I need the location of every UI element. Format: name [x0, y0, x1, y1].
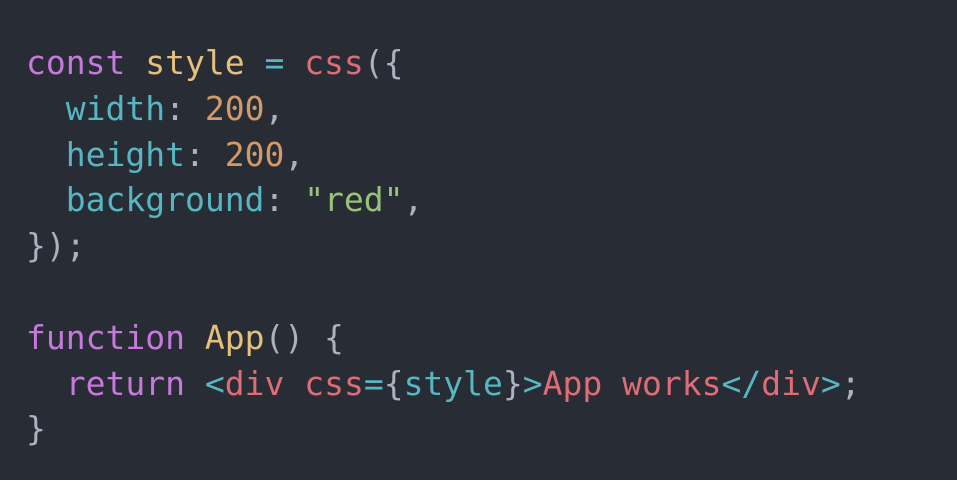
- code-token: App: [204, 317, 265, 357]
- code-token: <: [204, 363, 225, 403]
- code-line: });: [26, 223, 957, 269]
- code-token: css: [304, 363, 364, 403]
- code-token: style: [145, 43, 245, 82]
- code-block[interactable]: const style = css({ width: 200, height: …: [26, 40, 957, 452]
- code-line: height: 200,: [26, 132, 957, 178]
- code-token: style: [403, 363, 503, 403]
- code-line: return <div css={style}>App works</div>;: [26, 361, 957, 407]
- code-editor: const style = css({ width: 200, height: …: [0, 0, 957, 480]
- code-token: =: [264, 43, 285, 82]
- code-token: ,: [264, 88, 285, 128]
- code-token: ({: [363, 43, 404, 82]
- code-token: function: [26, 317, 185, 357]
- code-token: App works: [542, 363, 722, 403]
- code-token: width: [65, 88, 166, 128]
- code-token: >: [522, 363, 543, 403]
- code-token: </: [721, 363, 762, 403]
- code-line: function App() {: [26, 315, 957, 361]
- code-token: =: [363, 363, 384, 403]
- code-token: ,: [284, 134, 305, 174]
- code-token: >: [820, 363, 841, 403]
- code-token: 200: [204, 88, 265, 128]
- code-token: "red": [304, 180, 404, 220]
- code-token: }: [26, 409, 46, 449]
- code-token: ;: [840, 363, 861, 403]
- code-line: background: "red",: [26, 177, 957, 223]
- code-line: width: 200,: [26, 86, 957, 132]
- code-token: div: [761, 363, 821, 403]
- code-line: }: [26, 406, 957, 452]
- code-token: }: [502, 363, 523, 403]
- code-token: ,: [403, 180, 424, 220]
- code-line: const style = css({: [26, 40, 957, 86]
- code-token: });: [26, 226, 86, 266]
- code-token: css: [304, 43, 364, 82]
- code-token: :: [184, 134, 225, 174]
- code-token: background: [65, 180, 265, 220]
- code-token: div: [224, 363, 285, 403]
- code-token: return: [65, 363, 185, 403]
- code-token: height: [65, 134, 185, 174]
- code-token: () {: [264, 317, 344, 357]
- code-token: :: [264, 180, 305, 220]
- code-token: {: [383, 363, 404, 403]
- code-token: const: [26, 43, 126, 82]
- code-token: :: [165, 88, 205, 128]
- code-line: ​: [26, 269, 957, 315]
- code-token: 200: [224, 134, 285, 174]
